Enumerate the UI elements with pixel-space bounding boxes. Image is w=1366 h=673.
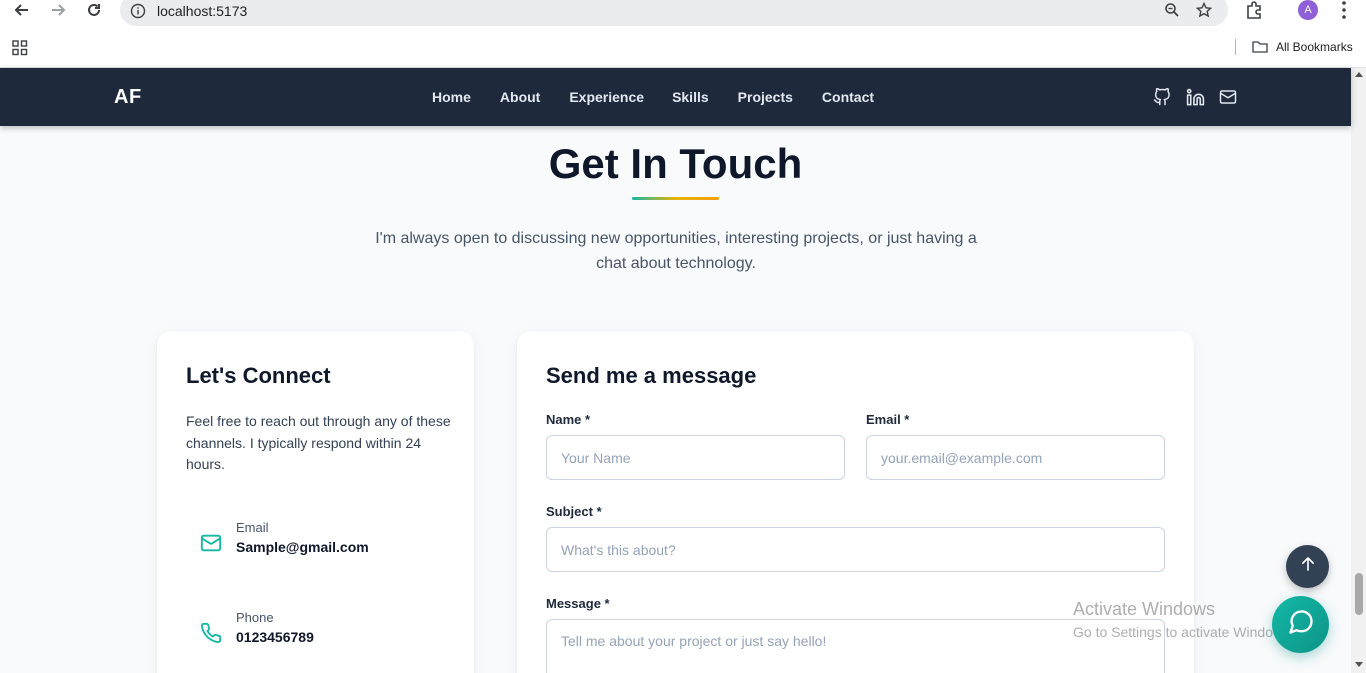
site-navbar: AF Home About Experience Skills Projects… [0,68,1351,126]
site-info-icon[interactable] [130,3,146,19]
all-bookmarks-link[interactable]: All Bookmarks [1276,40,1353,54]
contact-value[interactable]: Sample@gmail.com [236,539,369,555]
chat-bubble-icon [1287,608,1315,641]
connect-description: Feel free to reach out through any of th… [186,413,451,472]
browser-menu-icon[interactable] [1336,0,1352,25]
nav-link-experience[interactable]: Experience [569,89,644,105]
browser-toolbar: localhost:5173 A [0,0,1366,33]
zoom-icon[interactable] [1164,2,1180,23]
message-label: Message * [546,596,610,611]
chat-button[interactable] [1272,596,1329,653]
profile-avatar[interactable]: A [1298,0,1318,20]
back-icon[interactable] [8,0,36,20]
forward-icon[interactable] [44,0,72,20]
scroll-down-arrow-icon[interactable] [1355,662,1363,667]
phone-icon [200,622,222,649]
contact-item-phone[interactable]: Phone 0123456789 [186,610,456,670]
bookmark-star-icon[interactable] [1195,1,1213,23]
site-logo[interactable]: AF [114,86,142,109]
contact-item-email[interactable]: Email Sample@gmail.com [186,520,456,580]
page-scrollbar[interactable] [1351,68,1366,673]
section-intro: I'm always open to discussing new opport… [375,230,977,272]
address-bar[interactable]: localhost:5173 [120,0,1228,26]
name-label: Name * [546,412,591,427]
email-label: Email * [866,412,910,427]
extensions-icon[interactable] [1244,0,1264,25]
activation-watermark-subtitle: Go to Settings to activate Windows. [1073,624,1294,640]
scrollbar-thumb[interactable] [1355,573,1363,615]
form-title: Send me a message [546,363,757,388]
contact-value[interactable]: 0123456789 [236,629,314,645]
scroll-to-top-button[interactable] [1286,545,1329,588]
mail-icon [200,532,222,559]
folder-icon[interactable] [1252,39,1268,60]
github-icon[interactable] [1153,87,1171,111]
connect-card: Let's Connect Feel free to reach out thr… [157,331,474,673]
connect-title: Let's Connect [186,363,331,388]
subject-label: Subject * [546,504,602,519]
contact-label: Phone [236,610,274,625]
name-input[interactable] [546,435,845,480]
contact-label: Email [236,520,269,535]
reload-icon[interactable] [80,0,108,20]
arrow-up-icon [1299,555,1317,578]
scroll-up-arrow-icon[interactable] [1355,72,1363,77]
section-heading: Get In Touch [548,140,803,187]
nav-link-skills[interactable]: Skills [672,89,709,105]
nav-link-contact[interactable]: Contact [822,89,874,105]
subject-input[interactable] [546,527,1165,572]
url-text: localhost:5173 [157,3,248,19]
heading-underline [632,197,719,200]
mail-icon[interactable] [1219,88,1237,111]
nav-link-projects[interactable]: Projects [738,89,793,105]
bookmarks-bar: All Bookmarks [0,33,1366,68]
nav-link-home[interactable]: Home [432,89,471,105]
nav-links: Home About Experience Skills Projects Co… [432,89,874,105]
message-form-card: Send me a message Name * Email * Subject… [517,331,1194,673]
bookmarks-divider [1235,39,1236,55]
email-input[interactable] [866,435,1165,480]
activation-watermark-title: Activate Windows [1073,599,1216,619]
linkedin-icon[interactable] [1186,88,1205,112]
nav-link-about[interactable]: About [500,89,540,105]
apps-grid-icon[interactable] [12,40,28,61]
